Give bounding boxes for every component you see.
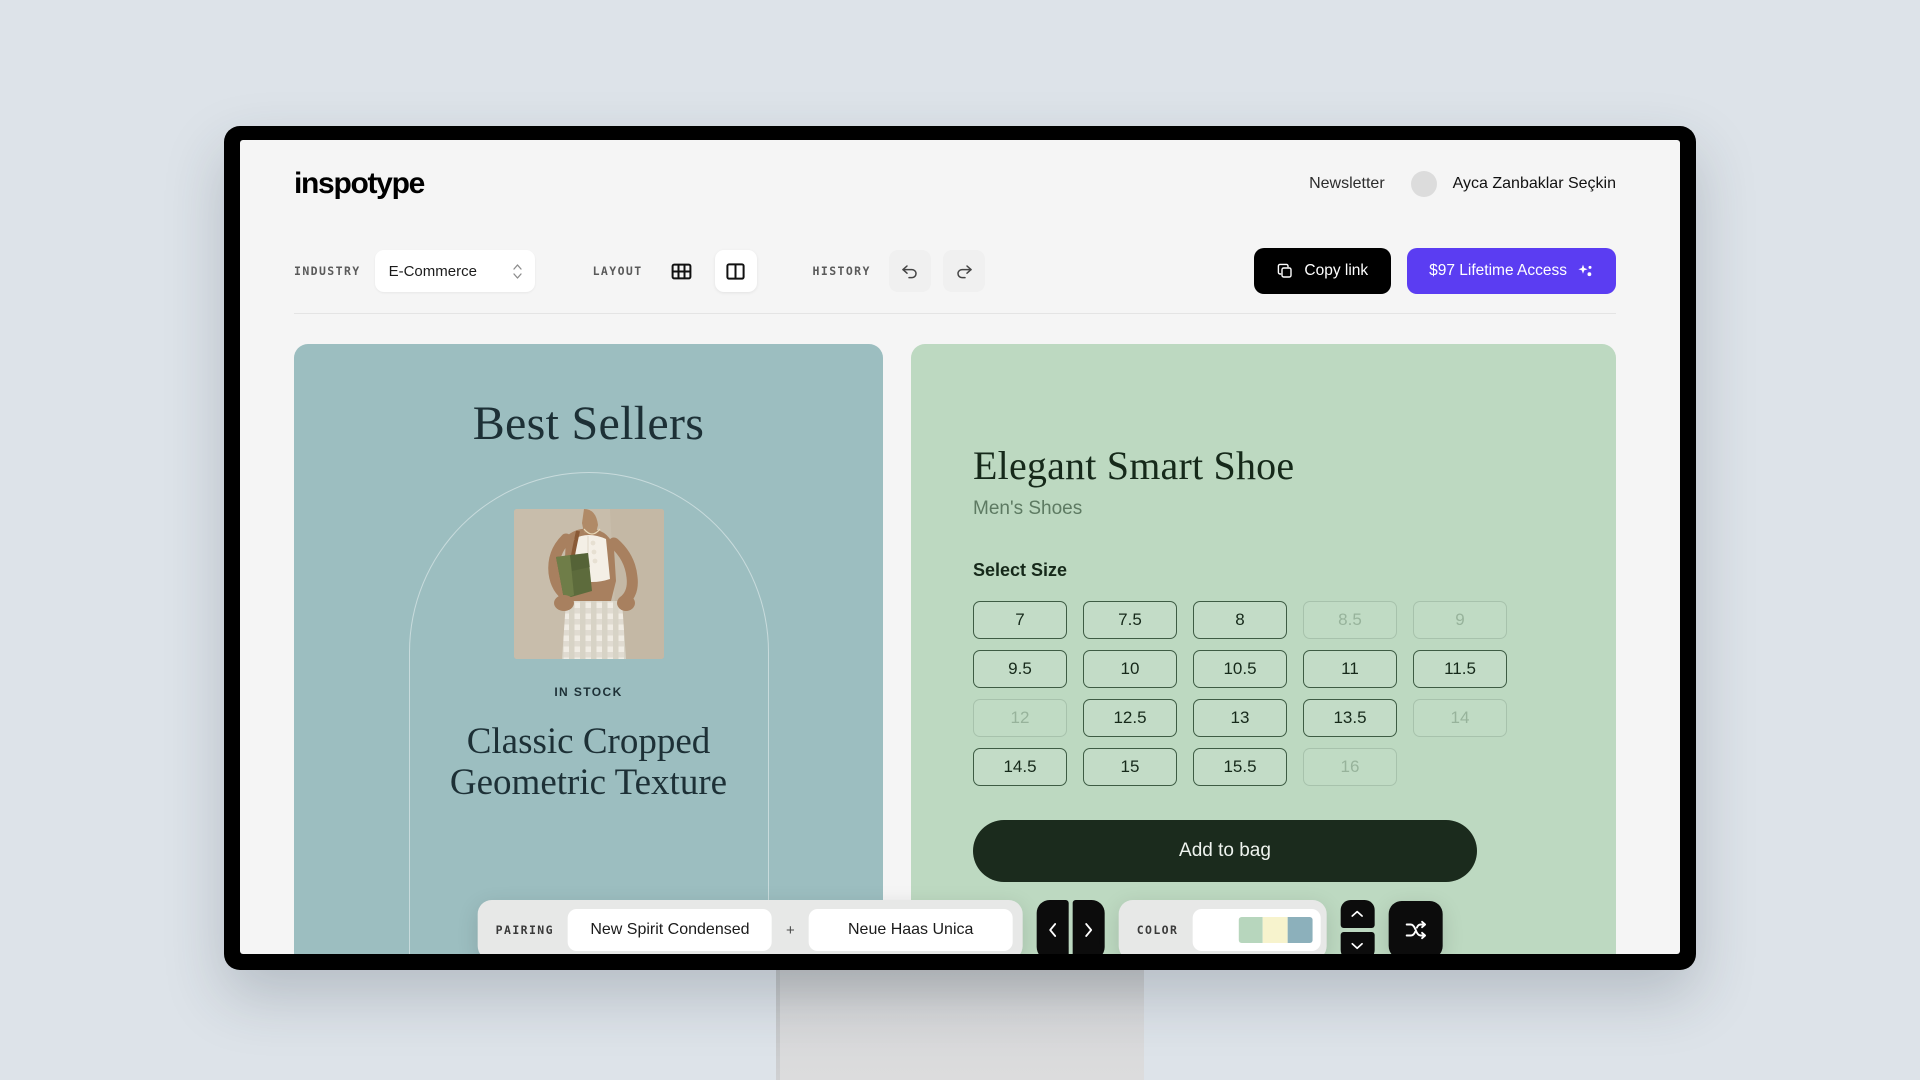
font-secondary-chip[interactable]: Neue Haas Unica [808,909,1013,951]
size-option-13-5[interactable]: 13.5 [1303,699,1397,737]
undo-icon [902,265,917,279]
pairing-panel: PAIRING New Spirit Condensed + Neue Haas… [477,900,1023,954]
sparkle-icon [1578,264,1592,276]
size-option-14-5[interactable]: 14.5 [973,748,1067,786]
shuffle-button[interactable] [1388,901,1443,954]
shuffle-icon [1405,920,1426,940]
industry-group: INDUSTRY E-Commerce [294,250,535,292]
avatar [1410,171,1437,197]
redo-icon [957,265,972,279]
two-column-icon [726,262,745,280]
pairing-label: PAIRING [495,923,554,937]
right-card-title: Elegant Smart Shoe [973,443,1295,488]
user-name: Ayca Zanbaklar Seçkin [1452,175,1616,192]
size-option-11[interactable]: 11 [1303,650,1397,688]
layout-label: LAYOUT [592,264,643,278]
layout-grid-button[interactable] [661,250,703,292]
header-right-group: Newsletter Ayca Zanbaklar Seçkin [1309,171,1616,197]
size-grid: 7 7.5 8 8.5 9 9.5 10 10.5 11 11.5 12 12.5 13 13.5 14 14… [973,601,1562,786]
color-stepper [1340,900,1375,954]
font-separator: + [785,921,795,939]
layout-two-column-button[interactable] [714,250,757,292]
monitor-bezel: inspotype Newsletter Ayca Zanbaklar Seçk… [224,126,1696,970]
product-photo [513,509,664,659]
color-panel: COLOR [1118,900,1327,954]
chevron-right-icon [1085,923,1093,937]
palette-swatch-3 [1287,917,1313,943]
fashion-photo-illustration [513,509,664,659]
bottom-toolbar: PAIRING New Spirit Condensed + Neue Haas… [477,900,1443,954]
size-option-7[interactable]: 7 [973,601,1067,639]
app-header: inspotype Newsletter Ayca Zanbaklar Seçk… [240,140,1680,228]
previous-pairing-button[interactable] [1036,900,1069,954]
size-option-10[interactable]: 10 [1083,650,1177,688]
palette-up-button[interactable] [1340,900,1375,928]
next-pairing-button[interactable] [1072,900,1105,954]
chevron-left-icon [1049,923,1057,937]
chevron-down-icon [1351,942,1364,950]
industry-label: INDUSTRY [294,264,361,278]
left-card-product-name: Classic Cropped Geometric Texture [450,721,727,804]
chevron-updown-icon [512,263,522,279]
history-label: HISTORY [812,264,871,278]
grid-icon [671,263,692,279]
size-option-12: 12 [973,699,1067,737]
undo-button[interactable] [888,250,931,292]
screen: inspotype Newsletter Ayca Zanbaklar Seçk… [240,140,1680,954]
stock-badge: IN STOCK [554,685,623,699]
pairing-nav [1036,900,1105,954]
monitor-stand [776,968,1144,1080]
chevron-up-icon [1351,910,1364,917]
font-primary-chip[interactable]: New Spirit Condensed [567,909,772,951]
copy-link-label: Copy link [1304,262,1369,279]
toolbar: INDUSTRY E-Commerce LAYOUT HISTORY Copy … [240,228,1680,314]
copy-icon [1278,263,1293,278]
toolbar-right-group: Copy link $97 Lifetime Access [1254,248,1616,294]
copy-link-button[interactable]: Copy link [1254,248,1392,294]
user-menu[interactable]: Ayca Zanbaklar Seçkin [1410,171,1616,197]
size-option-7-5[interactable]: 7.5 [1083,601,1177,639]
add-to-bag-button[interactable]: Add to bag [973,820,1477,882]
preview-canvas: Best Sellers IN STOCK Classic Cropped Ge… [240,314,1680,954]
upgrade-button[interactable]: $97 Lifetime Access [1407,248,1616,294]
industry-select[interactable]: E-Commerce [374,250,535,292]
size-option-15[interactable]: 15 [1083,748,1177,786]
redo-button[interactable] [942,250,985,292]
size-option-15-5[interactable]: 15.5 [1193,748,1287,786]
size-option-12-5[interactable]: 12.5 [1083,699,1177,737]
size-option-10-5[interactable]: 10.5 [1193,650,1287,688]
preview-card-right[interactable]: Elegant Smart Shoe Men's Shoes Select Si… [911,344,1616,954]
preview-card-left[interactable]: Best Sellers IN STOCK Classic Cropped Ge… [294,344,883,954]
size-option-11-5[interactable]: 11.5 [1413,650,1507,688]
size-option-16: 16 [1303,748,1397,786]
upgrade-label: $97 Lifetime Access [1429,262,1567,279]
color-palette-chip[interactable] [1192,909,1321,951]
product-name-line-2: Geometric Texture [449,762,728,804]
palette-swatches [1238,917,1313,943]
size-option-8[interactable]: 8 [1193,601,1287,639]
size-option-13[interactable]: 13 [1193,699,1287,737]
layout-group: LAYOUT [593,250,757,292]
size-option-8-5: 8.5 [1303,601,1397,639]
size-option-9-5[interactable]: 9.5 [973,650,1067,688]
palette-swatch-1 [1238,917,1263,943]
palette-swatch-2 [1263,917,1288,943]
industry-select-value: E-Commerce [388,262,477,280]
history-group: HISTORY [813,250,985,292]
size-option-14: 14 [1413,699,1507,737]
app-logo[interactable]: inspotype [294,167,425,201]
right-card-subtitle: Men's Shoes [973,498,1083,519]
product-name-line-1: Classic Cropped [466,721,711,762]
left-card-title: Best Sellers [472,397,705,450]
color-label: COLOR [1136,923,1179,937]
newsletter-link[interactable]: Newsletter [1309,175,1385,193]
select-size-label: Select Size [973,560,1068,580]
palette-down-button[interactable] [1340,932,1375,954]
size-option-9: 9 [1413,601,1507,639]
screenshot-scene: inspotype Newsletter Ayca Zanbaklar Seçk… [0,0,1920,1080]
